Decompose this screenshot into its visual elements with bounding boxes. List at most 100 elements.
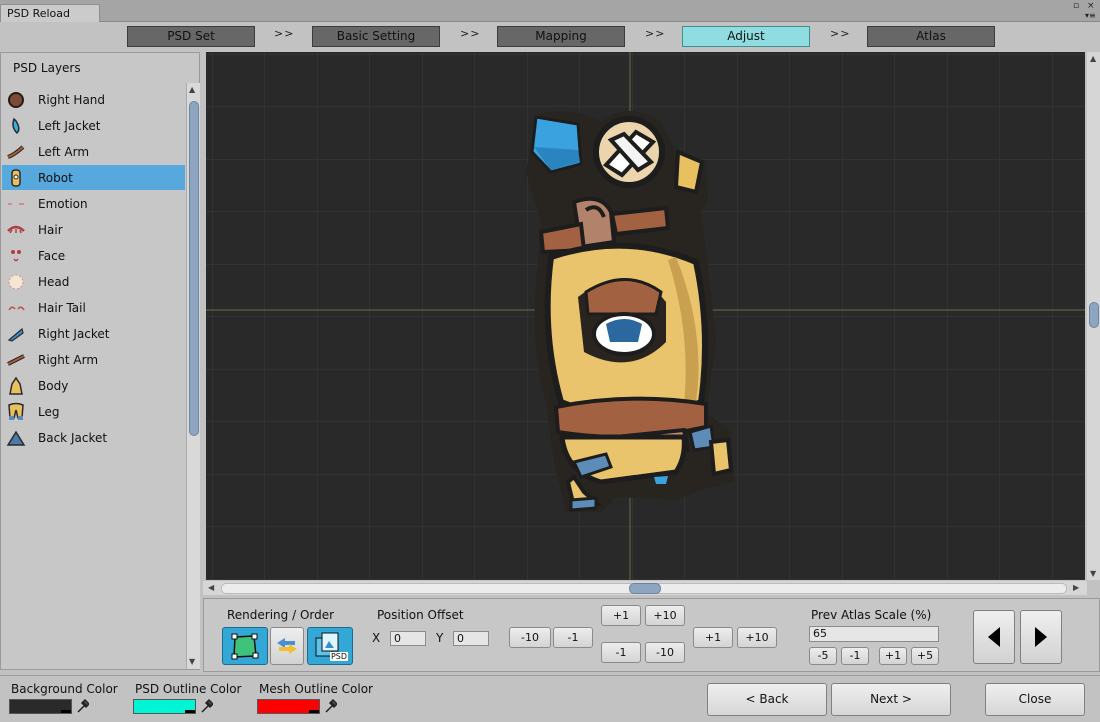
- scroll-thumb[interactable]: [629, 583, 661, 594]
- right-arm-icon: [6, 350, 26, 370]
- scroll-up-icon[interactable]: ▲: [1090, 54, 1096, 63]
- rendering-order-label: Rendering / Order: [227, 608, 335, 622]
- layer-label: Face: [38, 248, 66, 263]
- psd-layers-panel: PSD Layers Right Hand Left Jacket Left A…: [0, 52, 200, 670]
- mesh-toggle-button[interactable]: [222, 627, 268, 665]
- layer-back-jacket[interactable]: Back Jacket: [2, 425, 185, 450]
- layer-leg[interactable]: Leg: [2, 399, 185, 424]
- scroll-left-icon[interactable]: ◀: [208, 583, 214, 592]
- close-window-icon[interactable]: ×: [1087, 1, 1095, 11]
- y-offset-field[interactable]: 0: [453, 631, 489, 646]
- scroll-down-icon[interactable]: ▼: [1090, 569, 1096, 578]
- psd-outline-color-swatch[interactable]: [133, 699, 196, 714]
- scale-plus1-button[interactable]: +1: [879, 647, 907, 665]
- canvas-horizontal-scrollbar[interactable]: ◀ ▶: [203, 581, 1087, 595]
- wizard-steps: PSD Set >> Basic Setting >> Mapping >> A…: [0, 22, 1100, 50]
- step-basic-setting[interactable]: Basic Setting: [312, 26, 440, 47]
- scroll-up-icon[interactable]: ▲: [189, 85, 195, 94]
- swap-order-button[interactable]: [270, 627, 304, 665]
- menu-icon[interactable]: ▾≡: [1085, 11, 1096, 20]
- layer-face[interactable]: Face: [2, 243, 185, 268]
- psd-layers-title: PSD Layers: [13, 61, 81, 75]
- layers-scrollbar[interactable]: ▲ ▼: [186, 83, 200, 669]
- psd-render-button[interactable]: PSD: [307, 627, 353, 665]
- layer-label: Hair: [38, 222, 63, 237]
- canvas-vertical-scrollbar[interactable]: ▲ ▼: [1087, 52, 1100, 580]
- scroll-right-icon[interactable]: ▶: [1073, 583, 1079, 592]
- x-minus1-button[interactable]: -1: [553, 627, 593, 648]
- scroll-thumb[interactable]: [189, 101, 199, 436]
- x-plus1-button[interactable]: +1: [693, 627, 733, 648]
- layer-right-jacket[interactable]: Right Jacket: [2, 321, 185, 346]
- y-label: Y: [436, 631, 444, 645]
- layer-label: Leg: [38, 404, 60, 419]
- y-plus1-button[interactable]: +1: [601, 605, 641, 626]
- x-offset-field[interactable]: 0: [390, 631, 426, 646]
- next-button[interactable]: Next >: [831, 683, 951, 716]
- scroll-down-icon[interactable]: ▼: [189, 657, 195, 666]
- prev-layer-button[interactable]: [973, 610, 1015, 664]
- y-plus10-button[interactable]: +10: [645, 605, 685, 626]
- atlas-scale-field[interactable]: 65: [809, 626, 939, 642]
- layer-hair-tail[interactable]: Hair Tail: [2, 295, 185, 320]
- step-mapping[interactable]: Mapping: [497, 26, 625, 47]
- x-label: X: [372, 631, 381, 645]
- body-icon: [6, 376, 26, 396]
- scale-plus5-button[interactable]: +5: [911, 647, 939, 665]
- back-button[interactable]: < Back: [707, 683, 827, 716]
- scroll-thumb[interactable]: [1089, 302, 1099, 328]
- mesh-outline-color-swatch[interactable]: [257, 699, 320, 714]
- layer-left-arm[interactable]: Left Arm: [2, 139, 185, 164]
- background-color-swatch[interactable]: [9, 699, 72, 714]
- robot-icon: [6, 168, 26, 188]
- layer-right-hand[interactable]: Right Hand: [2, 87, 185, 112]
- preview-svg: [206, 52, 1085, 580]
- layer-hair[interactable]: Hair: [2, 217, 185, 242]
- layer-robot[interactable]: Robot: [2, 165, 185, 190]
- step-separator: >>: [274, 27, 295, 40]
- position-offset-label: Position Offset: [377, 608, 464, 622]
- layer-label: Right Jacket: [38, 326, 110, 341]
- preview-canvas[interactable]: [206, 52, 1085, 580]
- step-psd-set[interactable]: PSD Set: [127, 26, 255, 47]
- right-jacket-icon: [6, 324, 26, 344]
- layer-body[interactable]: Body: [2, 373, 185, 398]
- layer-label: Body: [38, 378, 69, 393]
- face-icon: [6, 246, 26, 266]
- eyedropper-icon[interactable]: [75, 698, 89, 714]
- triangle-left-icon: [988, 627, 1000, 647]
- x-plus10-button[interactable]: +10: [737, 627, 777, 648]
- scale-minus5-button[interactable]: -5: [809, 647, 837, 665]
- layer-label: Head: [38, 274, 70, 289]
- layer-label: Left Jacket: [38, 118, 101, 133]
- scale-minus1-button[interactable]: -1: [841, 647, 869, 665]
- layer-head[interactable]: Head: [2, 269, 185, 294]
- eyedropper-icon[interactable]: [323, 698, 337, 714]
- layer-label: Right Hand: [38, 92, 106, 107]
- y-minus1-button[interactable]: -1: [601, 642, 641, 663]
- step-atlas[interactable]: Atlas: [867, 26, 995, 47]
- window-title: PSD Reload: [7, 7, 71, 20]
- right-hand-icon: [6, 90, 26, 110]
- title-bar: PSD Reload ▫ × ▾≡: [0, 0, 1100, 22]
- mesh-outline-color-label: Mesh Outline Color: [259, 682, 373, 696]
- next-layer-button[interactable]: [1020, 610, 1062, 664]
- layer-right-arm[interactable]: Right Arm: [2, 347, 185, 372]
- layer-emotion[interactable]: Emotion: [2, 191, 185, 216]
- close-button[interactable]: Close: [985, 683, 1085, 716]
- back-jacket-icon: [6, 428, 26, 448]
- background-color-label: Background Color: [11, 682, 118, 696]
- layer-left-jacket[interactable]: Left Jacket: [2, 113, 185, 138]
- minimize-icon[interactable]: ▫: [1073, 1, 1079, 11]
- window-tab[interactable]: PSD Reload: [0, 4, 100, 22]
- step-adjust[interactable]: Adjust: [682, 26, 810, 47]
- layer-label: Left Arm: [38, 144, 90, 159]
- eyedropper-icon[interactable]: [199, 698, 213, 714]
- triangle-right-icon: [1035, 627, 1047, 647]
- layer-label: Hair Tail: [38, 300, 86, 315]
- x-minus10-button[interactable]: -10: [509, 627, 551, 648]
- robot-sprite[interactable]: [526, 111, 734, 512]
- head-icon: [6, 272, 26, 292]
- y-minus10-button[interactable]: -10: [645, 642, 685, 663]
- mesh-icon: [231, 633, 259, 660]
